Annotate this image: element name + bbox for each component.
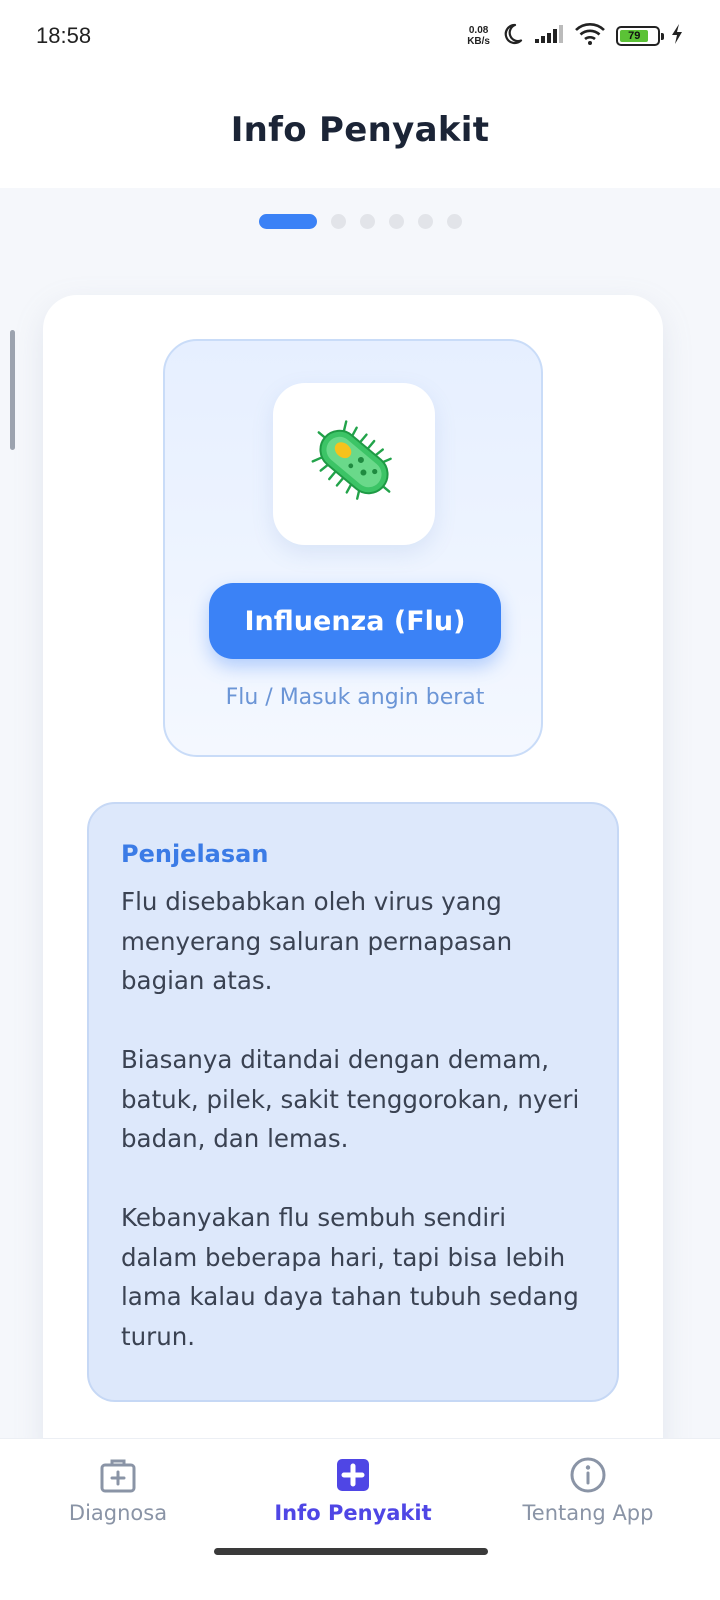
explanation-title: Penjelasan: [121, 840, 269, 868]
page-dot[interactable]: [417, 214, 433, 229]
scrollbar[interactable]: [10, 330, 15, 450]
nav-label: Diagnosa: [68, 1501, 168, 1525]
wifi-icon: [574, 22, 606, 50]
nav-label: Info Penyakit: [274, 1501, 432, 1525]
disease-hero: Influenza (Flu) Flu / Masuk angin berat: [163, 339, 543, 757]
medical-cross-icon: [335, 1455, 371, 1495]
bacteria-icon: [306, 414, 402, 514]
explanation-body: Flu disebabkan oleh virus yang menyerang…: [121, 882, 585, 1356]
info-icon: [568, 1455, 608, 1495]
disease-name-button[interactable]: Influenza (Flu): [209, 583, 501, 659]
page-dot-active[interactable]: [258, 214, 317, 229]
battery-level: 79: [628, 30, 641, 42]
explanation-paragraph: Flu disebabkan oleh virus yang menyerang…: [121, 887, 513, 995]
explanation-paragraph: Biasanya ditandai dengan demam, batuk, p…: [121, 1045, 580, 1153]
charging-icon: [670, 23, 684, 49]
nav-item-info-penyakit[interactable]: Info Penyakit: [233, 1455, 473, 1545]
bottom-navigation: Diagnosa Info Penyakit Tentang App: [0, 1438, 720, 1600]
network-speed-unit: KB/s: [467, 36, 490, 47]
signal-icon: [534, 24, 564, 48]
disease-card: Influenza (Flu) Flu / Masuk angin berat …: [43, 295, 663, 1475]
page-dot[interactable]: [330, 214, 346, 229]
page-dot[interactable]: [359, 214, 375, 229]
status-time: 18:58: [36, 23, 92, 48]
nav-item-tentang-app[interactable]: Tentang App: [468, 1455, 708, 1545]
app-header: Info Penyakit: [0, 72, 720, 188]
page-dot[interactable]: [446, 214, 462, 229]
network-speed-value: 0.08: [468, 25, 489, 36]
moon-icon: [500, 22, 524, 50]
disease-alias: Flu / Masuk angin berat: [225, 685, 485, 710]
status-bar: 18:58 0.08 KB/s 79: [0, 0, 720, 72]
explanation-panel: Penjelasan Flu disebabkan oleh virus yan…: [87, 802, 619, 1402]
page-indicator: [0, 214, 720, 229]
page-dot[interactable]: [388, 214, 404, 229]
status-icons: 0.08 KB/s 79: [467, 22, 684, 50]
page-title: Info Penyakit: [230, 110, 490, 150]
disease-icon-tile: [273, 383, 435, 545]
nav-label: Tentang App: [522, 1501, 654, 1525]
medical-kit-icon: [98, 1455, 138, 1495]
home-indicator[interactable]: [214, 1548, 488, 1555]
battery-icon: 79: [616, 26, 664, 46]
network-speed: 0.08 KB/s: [467, 25, 490, 47]
nav-item-diagnosa[interactable]: Diagnosa: [0, 1455, 238, 1545]
explanation-paragraph: Kebanyakan flu sembuh sendiri dalam bebe…: [121, 1203, 579, 1351]
